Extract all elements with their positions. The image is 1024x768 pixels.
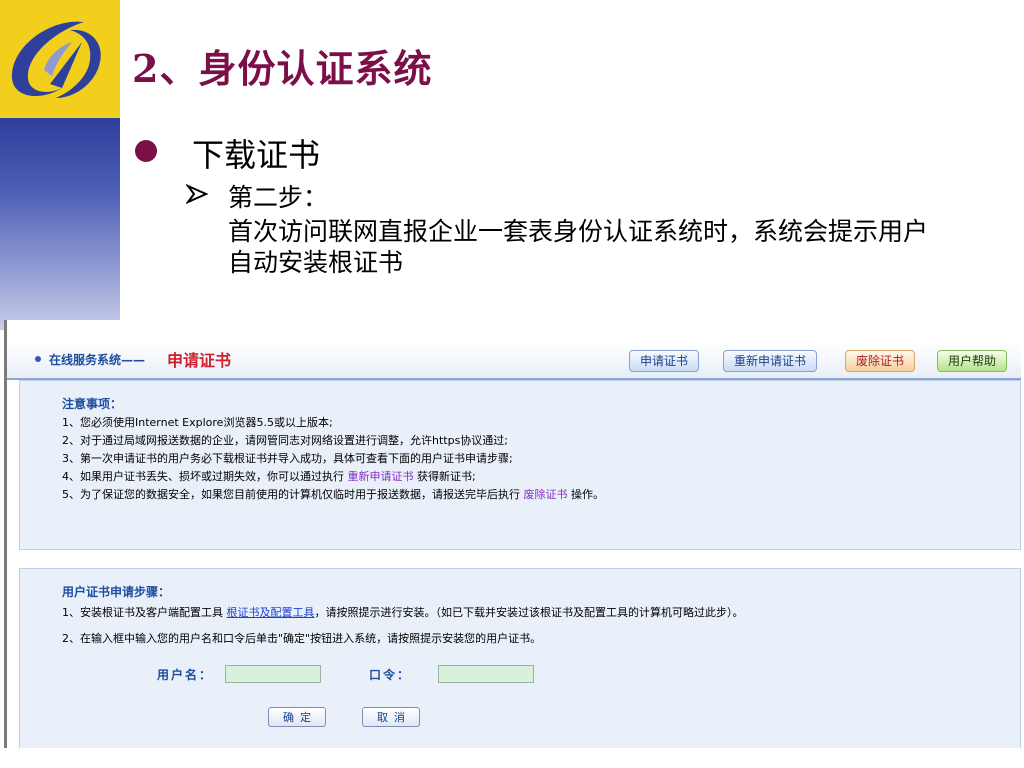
apply-steps-panel: 用户证书申请步骤： 1、安装根证书及客户端配置工具 根证书及配置工具，请按照提示…	[19, 568, 1021, 748]
notice-item: 3、第一次申请证书的用户务必下载根证书并导入成功，具体可查看下面的用户证书申请步…	[62, 452, 513, 465]
site-name: 在线服务系统——	[49, 353, 146, 367]
password-input[interactable]	[438, 665, 534, 683]
revoke-cert-link[interactable]: 废除证书	[524, 488, 568, 501]
notice-item-text: 获得新证书;	[417, 470, 476, 483]
notice-title: 注意事项：	[62, 397, 123, 411]
notice-panel: 注意事项： 1、您必须使用Internet Explore浏览器5.5或以上版本…	[19, 380, 1021, 550]
notice-item: 1、您必须使用Internet Explore浏览器5.5或以上版本;	[62, 416, 333, 429]
confirm-button[interactable]: 确定	[268, 707, 326, 727]
apply-cert-button[interactable]: 申请证书	[629, 350, 700, 372]
cancel-button[interactable]: 取消	[362, 707, 420, 727]
bullet-dot-icon	[135, 140, 157, 162]
user-help-button[interactable]: 用户帮助	[937, 350, 1008, 372]
slide-title: 2、身份认证系统	[132, 46, 433, 91]
reapply-cert-button[interactable]: 重新申请证书	[723, 350, 818, 372]
notice-item: 2、对于通过局域网报送数据的企业，请网管同志对网络设置进行调整，允许https协…	[62, 434, 509, 447]
step-item: 2、在输入框中输入您的用户名和口令后单击"确定"按钮进入系统，请按照提示安装您的…	[62, 632, 542, 645]
logo-area	[0, 0, 120, 118]
web-header: 在线服务系统—— 申请证书 申请证书 重新申请证书 废除证书 用户帮助	[7, 342, 1021, 380]
notice-item: 4、如果用户证书丢失、损坏或过期失效，你可以通过执行 重新申请证书 获得新证书;	[62, 468, 476, 484]
arrow-bullet-icon	[186, 184, 208, 204]
username-label: 用户名：	[157, 668, 214, 682]
step-description: 首次访问联网直报企业一套表身份认证系统时，系统会提示用户自动安装根证书	[228, 217, 929, 277]
notice-item-text: 5、为了保证您的数据安全，如果您目前使用的计算机仅临时用于报送数据，请报送完毕后…	[62, 488, 520, 501]
blue-gradient-bar	[0, 118, 120, 330]
steps-title: 用户证书申请步骤：	[62, 585, 171, 599]
page-name: 申请证书	[167, 351, 232, 370]
statistics-logo-icon	[11, 21, 101, 98]
bullet-download-cert: 下载证书	[192, 136, 321, 174]
web-screenshot: 在线服务系统—— 申请证书 申请证书 重新申请证书 废除证书 用户帮助 注意事项…	[4, 320, 1021, 748]
notice-item: 5、为了保证您的数据安全，如果您目前使用的计算机仅临时用于报送数据，请报送完毕后…	[62, 486, 604, 502]
revoke-cert-button[interactable]: 废除证书	[845, 350, 916, 372]
step-item-text: ，请按照提示进行安装。（如已下载并安装过该根证书及配置工具的计算机可略过此步）。	[314, 606, 744, 619]
notice-item-text: 4、如果用户证书丢失、损坏或过期失效，你可以通过执行	[62, 470, 344, 483]
step-title: 第二步：	[228, 183, 329, 212]
header-bullet-icon	[35, 356, 41, 362]
left-decoration-bar	[0, 0, 120, 330]
reapply-cert-link[interactable]: 重新申请证书	[348, 470, 414, 483]
username-input[interactable]	[225, 665, 321, 683]
step-item-text: 1、安装根证书及客户端配置工具	[62, 606, 223, 619]
root-cert-download-link[interactable]: 根证书及配置工具	[227, 606, 315, 619]
step-item: 1、安装根证书及客户端配置工具 根证书及配置工具，请按照提示进行安装。（如已下载…	[62, 604, 744, 620]
password-label: 口令：	[369, 668, 412, 682]
notice-item-text: 操作。	[571, 488, 604, 501]
